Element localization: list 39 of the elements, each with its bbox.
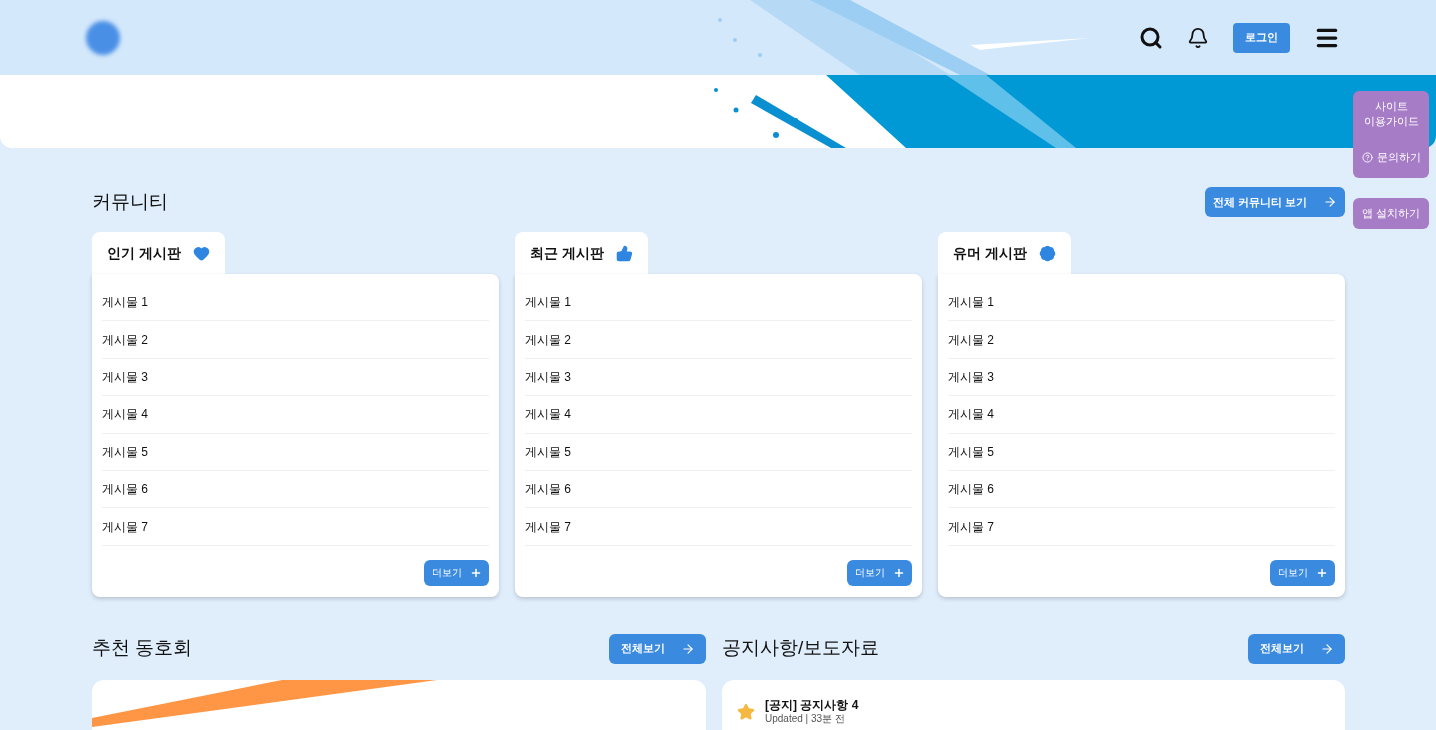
post-item[interactable]: 게시물 5: [525, 433, 912, 471]
notice-title[interactable]: [공지] 공지사항 4: [765, 698, 859, 712]
post-item[interactable]: 게시물 2: [525, 321, 912, 359]
post-item[interactable]: 게시물 5: [948, 433, 1335, 471]
post-item[interactable]: 게시물 2: [948, 321, 1335, 359]
post-item[interactable]: 게시물 4: [525, 396, 912, 434]
view-all-button[interactable]: 전체보기: [1248, 633, 1345, 664]
post-item[interactable]: 게시물 1: [525, 284, 912, 322]
post-item[interactable]: 게시물 3: [948, 358, 1335, 397]
section-title: 커뮤니티: [92, 189, 168, 214]
post-item[interactable]: 게시물 4: [102, 396, 489, 434]
login-button[interactable]: 로그인: [1233, 22, 1290, 53]
post-item[interactable]: 게시물 3: [102, 358, 489, 397]
post-item[interactable]: 게시물 6: [102, 470, 489, 509]
notice-meta: Updated | 33분 전: [765, 712, 846, 725]
view-all-button[interactable]: 전체 커뮤니티 보기: [1205, 187, 1345, 217]
more-button[interactable]: 더보기: [1270, 559, 1335, 586]
post-item[interactable]: 게시물 4: [948, 396, 1335, 434]
board-title: 유머 게시판: [953, 243, 1027, 263]
board-title: 최근 게시판: [530, 243, 604, 263]
post-item[interactable]: 게시물 1: [102, 284, 489, 322]
post-item[interactable]: 게시물 1: [948, 284, 1335, 322]
board-title: 인기 게시판: [107, 243, 181, 263]
post-item[interactable]: 게시물 7: [948, 508, 1335, 546]
view-all-button[interactable]: 전체보기: [609, 633, 706, 664]
more-button[interactable]: 더보기: [424, 559, 489, 586]
board-tab[interactable]: 최근 게시판: [515, 232, 648, 274]
post-item[interactable]: 게시물 7: [525, 508, 912, 546]
section-title: 공지사항/보도자료: [722, 636, 880, 661]
section-title: 추천 동호회: [92, 636, 193, 661]
board-tab[interactable]: 유머 게시판: [938, 232, 1071, 274]
post-item[interactable]: 게시물 5: [102, 433, 489, 471]
board-tab[interactable]: 인기 게시판: [92, 232, 225, 274]
post-item[interactable]: 게시물 3: [525, 358, 912, 397]
post-item[interactable]: 게시물 2: [102, 321, 489, 359]
post-item[interactable]: 게시물 6: [948, 470, 1335, 509]
more-button[interactable]: 더보기: [847, 559, 912, 586]
post-item[interactable]: 게시물 7: [102, 508, 489, 546]
post-item[interactable]: 게시물 6: [525, 470, 912, 509]
